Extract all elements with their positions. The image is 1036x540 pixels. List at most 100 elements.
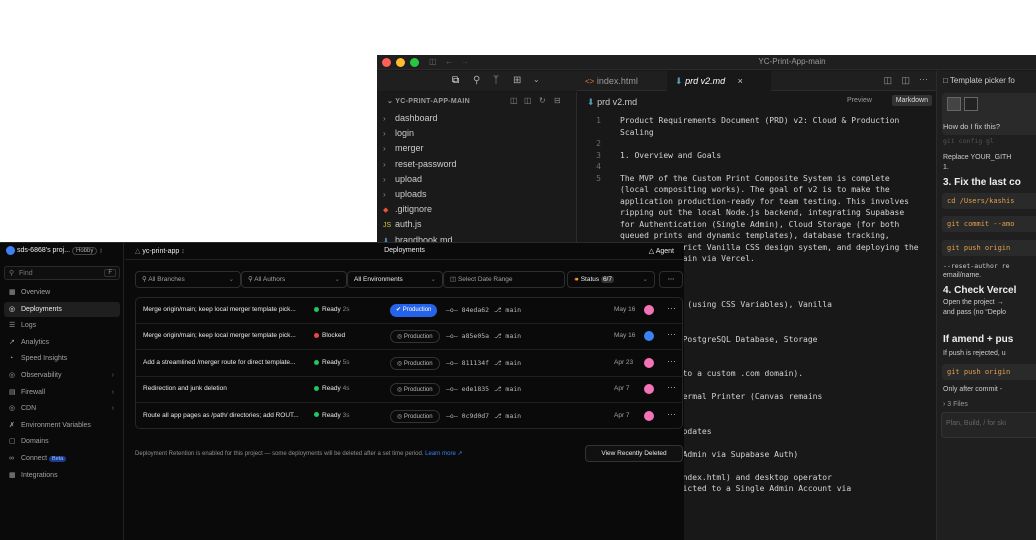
maximize-window-button[interactable] bbox=[410, 58, 419, 67]
preview-button[interactable]: Preview bbox=[847, 97, 872, 104]
minimize-window-button[interactable] bbox=[396, 58, 405, 67]
file-item[interactable]: ◆ .gitignore bbox=[383, 204, 432, 219]
chat-input[interactable]: Plan, Build, / for ski bbox=[941, 412, 1036, 438]
avatar[interactable] bbox=[644, 384, 654, 395]
commit-hash[interactable]: —o— a85e05a bbox=[446, 332, 489, 340]
project-switcher[interactable]: sds-6868's proj... Hobby ↕ bbox=[6, 246, 103, 260]
branch[interactable]: ⎇ main bbox=[494, 332, 521, 340]
commit-message[interactable]: Route all app pages as /path/ directorie… bbox=[143, 412, 299, 419]
branch[interactable]: ⎇ main bbox=[494, 306, 521, 314]
code-line[interactable]: 3 1. Overview and Goals bbox=[577, 150, 936, 161]
agent-button[interactable]: △ Agent bbox=[649, 247, 674, 255]
tab-prd-v2-md[interactable]: ⬇ prd v2.md × bbox=[667, 71, 771, 91]
code-block[interactable]: cd /Users/kashis bbox=[942, 193, 1036, 209]
sidebar-item-analytics[interactable]: ↗ Analytics bbox=[4, 335, 120, 350]
code-line[interactable]: application production-ready for team te… bbox=[577, 196, 936, 207]
more-actions-icon[interactable]: ⋯ bbox=[667, 303, 676, 314]
back-arrow-icon[interactable]: ← bbox=[445, 57, 453, 66]
code-line[interactable]: 2 bbox=[577, 138, 936, 149]
date-range-filter[interactable]: ◫ Select Date Range bbox=[443, 271, 565, 288]
files-icon[interactable]: ⧉ bbox=[452, 75, 459, 86]
sidebar-toggle-icon[interactable]: ◫ bbox=[429, 57, 437, 66]
sidebar-item-connect[interactable]: ∞ Connect Beta bbox=[4, 451, 120, 466]
new-folder-icon[interactable]: ◫ bbox=[524, 96, 532, 105]
more-actions-icon[interactable]: ⋯ bbox=[667, 356, 676, 367]
commit-message[interactable]: Merge origin/main; keep local merger tem… bbox=[143, 306, 296, 313]
authors-filter[interactable]: ⚲ All Authors ⌄ bbox=[241, 271, 347, 288]
learn-more-link[interactable]: Learn more bbox=[425, 451, 456, 457]
code-line[interactable]: for Authentication (Single Admin), Cloud… bbox=[577, 219, 936, 230]
more-actions-icon[interactable]: ⋯ bbox=[667, 382, 676, 393]
folder-item[interactable]: › merger bbox=[383, 143, 424, 158]
commit-message[interactable]: Merge origin/main; keep local merger tem… bbox=[143, 332, 296, 339]
code-line[interactable]: ripping out the local Node.js backend, i… bbox=[577, 207, 936, 218]
avatar[interactable] bbox=[644, 305, 654, 315]
source-control-icon[interactable]: ᛉ bbox=[493, 75, 499, 86]
branch[interactable]: ⎇ main bbox=[494, 412, 521, 420]
new-file-icon[interactable]: ◫ bbox=[510, 96, 518, 105]
attachment-thumbnail[interactable] bbox=[947, 97, 961, 111]
more-actions-icon[interactable]: ⋯ bbox=[667, 409, 676, 420]
attachment-thumbnail[interactable] bbox=[964, 97, 978, 111]
split-editor-icon[interactable]: ◫ bbox=[883, 75, 892, 86]
table-row[interactable]: Redirection and junk deletion Ready 4s ◎ P… bbox=[136, 377, 682, 404]
code-line[interactable]: 1 Product Requirements Document (PRD) v2:… bbox=[577, 115, 936, 126]
tab-index-html[interactable]: <> index.html bbox=[577, 71, 667, 91]
close-tab-icon[interactable]: × bbox=[738, 76, 743, 86]
avatar[interactable] bbox=[644, 357, 654, 368]
code-block[interactable]: git push origin bbox=[942, 364, 1036, 380]
sidebar-item-integrations[interactable]: ▦ Integrations bbox=[4, 468, 120, 483]
forward-arrow-icon[interactable]: → bbox=[461, 57, 469, 66]
sidebar-item-overview[interactable]: ▦ Overview bbox=[4, 285, 120, 300]
sidebar-item-cdn[interactable]: ◎ CDN › bbox=[4, 401, 120, 416]
folder-item[interactable]: › reset-password bbox=[383, 159, 457, 174]
avatar[interactable] bbox=[644, 331, 654, 342]
sidebar-item-environment-variables[interactable]: ✗ Environment Variables bbox=[4, 418, 120, 433]
extensions-icon[interactable]: ⊞ bbox=[513, 75, 521, 86]
close-window-button[interactable] bbox=[382, 58, 391, 67]
markdown-mode-button[interactable]: Markdown bbox=[891, 95, 932, 106]
collapse-all-icon[interactable]: ⊟ bbox=[554, 96, 561, 105]
view-recently-deleted-button[interactable]: View Recently Deleted bbox=[585, 445, 683, 462]
sidebar-item-domains[interactable]: ▢ Domains bbox=[4, 434, 120, 449]
search-icon[interactable]: ⚲ bbox=[473, 75, 480, 86]
code-line[interactable]: 4 bbox=[577, 161, 936, 172]
refresh-icon[interactable]: ↻ bbox=[539, 96, 546, 105]
explorer-header[interactable]: ⌄ YC-PRINT-APP-MAIN bbox=[387, 97, 470, 105]
find-input[interactable]: ⚲ Find F bbox=[4, 266, 120, 280]
sidebar-item-deployments[interactable]: ◎ Deployments bbox=[4, 301, 120, 317]
more-options-button[interactable]: ⋯ bbox=[659, 271, 683, 288]
layout-icon[interactable]: ◫ bbox=[901, 75, 910, 86]
branch[interactable]: ⎇ main bbox=[494, 385, 521, 393]
files-summary[interactable]: › 3 Files bbox=[943, 401, 968, 408]
more-actions-icon[interactable]: ⋯ bbox=[667, 329, 676, 340]
table-row[interactable]: Merge origin/main; keep local merger tem… bbox=[136, 324, 682, 351]
commit-hash[interactable]: —o— 0c9d0d7 bbox=[446, 412, 489, 420]
commit-hash[interactable]: —o— 84eda62 bbox=[446, 306, 489, 314]
commit-hash[interactable]: —o— ede1835 bbox=[446, 385, 489, 393]
code-line[interactable]: Scaling bbox=[577, 127, 936, 138]
folder-item[interactable]: › login bbox=[383, 128, 414, 143]
breadcrumb[interactable]: ⬇ prd v2.md bbox=[587, 97, 637, 108]
table-row[interactable]: Add a streamlined /merger route for dire… bbox=[136, 351, 682, 377]
sidebar-item-speed-insights[interactable]: ◔ Speed Insights bbox=[4, 351, 120, 366]
branch[interactable]: ⎇ main bbox=[494, 359, 521, 367]
chevron-down-icon[interactable]: ⌄ bbox=[533, 75, 540, 84]
table-row[interactable]: Merge origin/main; keep local merger tem… bbox=[136, 298, 682, 324]
code-block[interactable]: git commit --amo bbox=[942, 216, 1036, 232]
folder-item[interactable]: › dashboard bbox=[383, 113, 438, 128]
folder-item[interactable]: › uploads bbox=[383, 189, 427, 204]
status-filter[interactable]: ●● Status 6/7 ⌄ bbox=[567, 271, 655, 288]
sidebar-item-logs[interactable]: ☰ Logs bbox=[4, 318, 120, 333]
code-line[interactable]: 5 The MVP of the Custom Print Composite S… bbox=[577, 173, 936, 184]
branches-filter[interactable]: ⚲ All Branches ⌄ bbox=[135, 271, 241, 288]
code-line[interactable]: queued prints and dynamic templates), da… bbox=[577, 230, 936, 241]
commit-message[interactable]: Redirection and junk deletion bbox=[143, 385, 227, 392]
commit-message[interactable]: Add a streamlined /merger route for dire… bbox=[143, 359, 295, 366]
file-item[interactable]: JS auth.js bbox=[383, 219, 422, 234]
commit-hash[interactable]: —o— 811134f bbox=[446, 359, 489, 367]
code-block[interactable]: git push origin bbox=[942, 240, 1036, 256]
sidebar-item-firewall[interactable]: ▤ Firewall › bbox=[4, 385, 120, 400]
table-row[interactable]: Route all app pages as /path/ directorie… bbox=[136, 404, 682, 430]
more-actions-icon[interactable]: ⋯ bbox=[919, 74, 928, 85]
